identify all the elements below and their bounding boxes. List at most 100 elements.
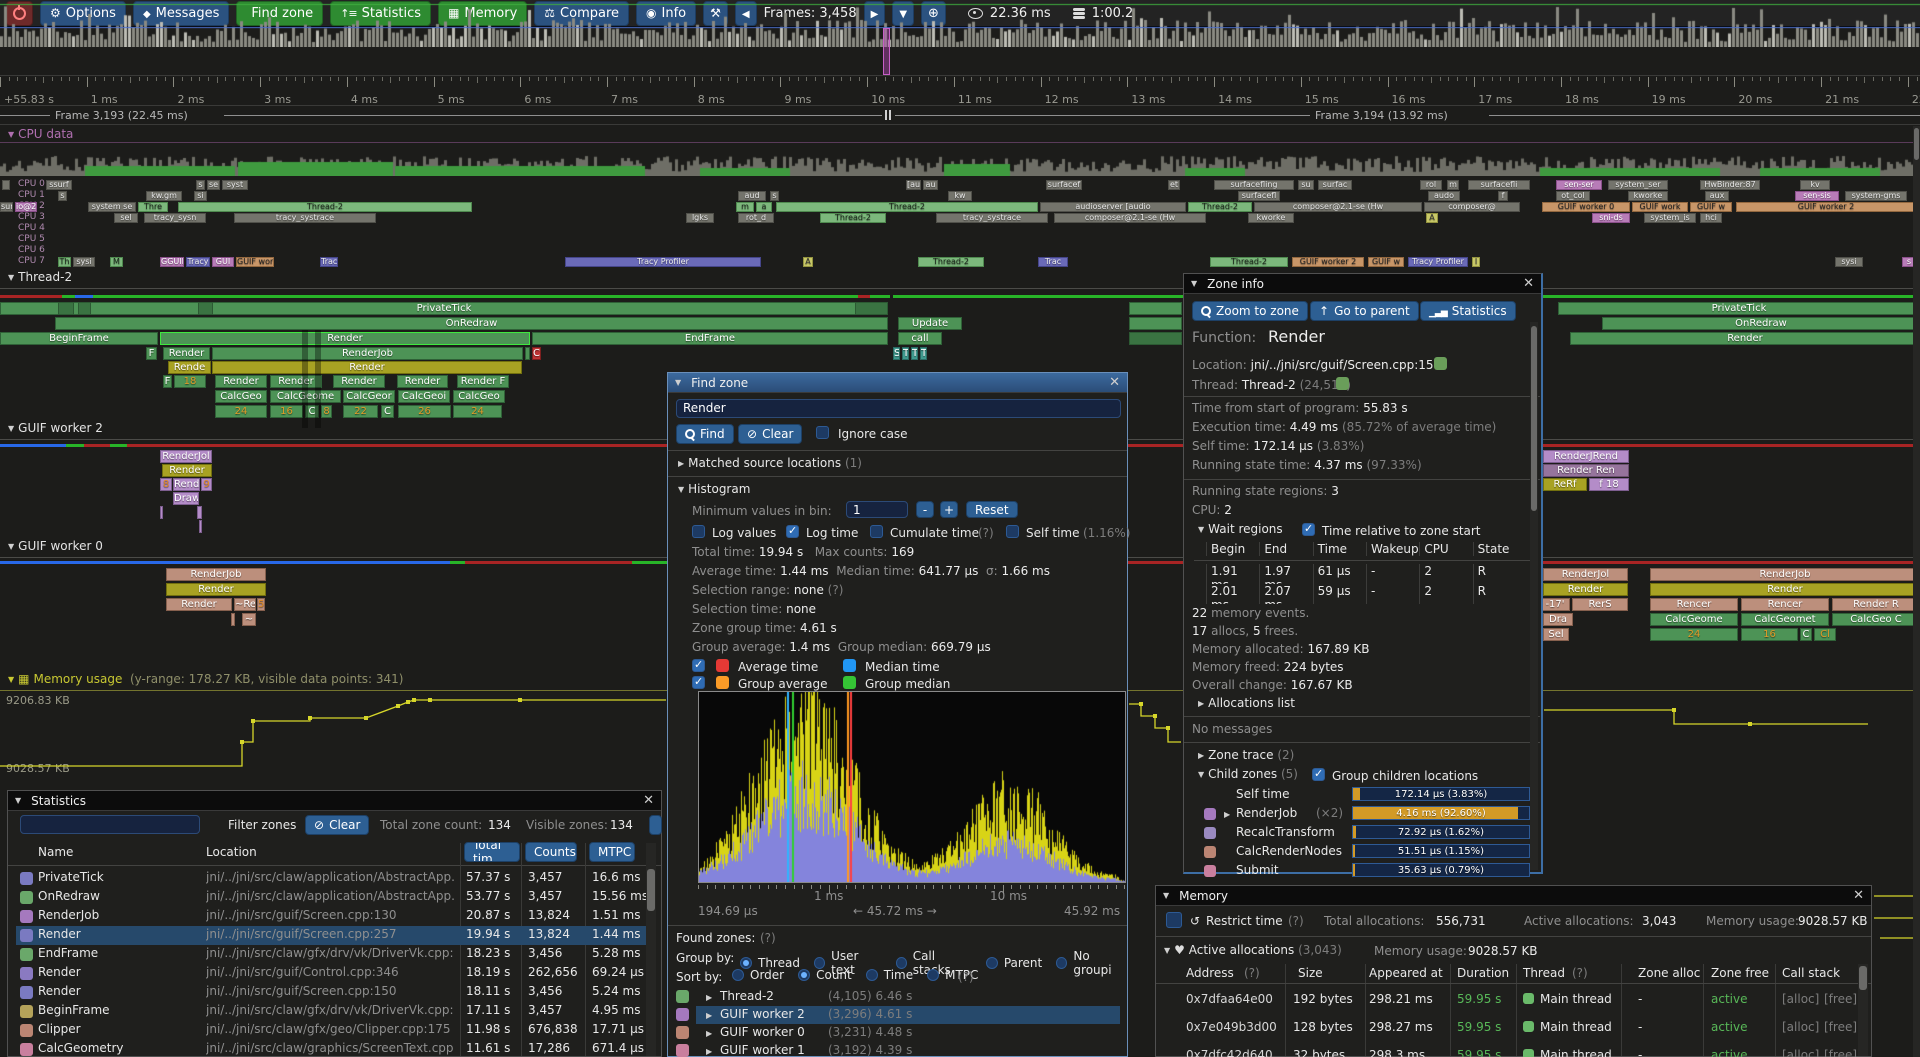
- time-relative-checkbox[interactable]: [1302, 523, 1315, 536]
- timeline-zone[interactable]: audo: [1428, 191, 1460, 201]
- statistics-titlebar[interactable]: ▼Statistics✕: [8, 791, 661, 811]
- allocations-list-disclosure[interactable]: ▶Allocations list: [1198, 696, 1295, 710]
- wait-row[interactable]: 1.91 ms 1.97 ms 61 µs - 2 R: [1206, 564, 1526, 584]
- timeline-zone[interactable]: Render: [163, 347, 210, 360]
- table-row[interactable]: EndFrame jni/../jni/src/claw/gfx/drv/vk/…: [16, 945, 646, 964]
- main-scrollbar[interactable]: [1913, 126, 1920, 1057]
- timeline-zone[interactable]: 24: [1650, 628, 1738, 641]
- timeline-zone[interactable]: au: [923, 180, 938, 190]
- timeline-zone[interactable]: surfacef: [1046, 180, 1082, 190]
- col-name[interactable]: Name: [38, 845, 73, 859]
- table-row[interactable]: CalcGeometry jni/../jni/src/claw/graphic…: [16, 1040, 646, 1057]
- timeline-zone[interactable]: Render R: [1832, 598, 1920, 611]
- timeline-zone[interactable]: syst: [222, 180, 248, 190]
- wait-col[interactable]: End: [1259, 542, 1312, 556]
- timeline-zone[interactable]: Rend: [173, 478, 200, 491]
- timeline-zone[interactable]: CalcGeo: [453, 390, 505, 403]
- col-location[interactable]: Location: [206, 845, 257, 859]
- table-row[interactable]: OnRedraw jni/../jni/src/claw/application…: [16, 888, 646, 907]
- group-children-checkbox[interactable]: [1312, 768, 1325, 781]
- timeline-zone[interactable]: GUIF worker 2: [1736, 202, 1916, 212]
- timeline-zone[interactable]: Thre: [138, 202, 168, 212]
- timeline-zone[interactable]: kworke: [1248, 213, 1294, 223]
- timeline-zone[interactable]: ssurf: [46, 180, 72, 190]
- timeline-zone[interactable]: call: [898, 332, 942, 345]
- timeline-zone[interactable]: aud: [738, 191, 766, 201]
- child-zone-row[interactable]: Self time 172.14 µs (3.83%): [1184, 786, 1540, 805]
- sort-by-radio[interactable]: Order: [732, 968, 784, 982]
- child-zone-row[interactable]: ▶ RenderJob (×2) 4.16 ms (92.60%): [1184, 805, 1540, 824]
- timeline-zone[interactable]: OnRedraw: [1602, 317, 1920, 330]
- sort-by-radio[interactable]: Count: [798, 968, 852, 982]
- timeline-zone[interactable]: [197, 506, 202, 519]
- timeline-zone[interactable]: F: [163, 375, 172, 388]
- timeline-zone[interactable]: sel: [114, 213, 138, 223]
- col-appeared[interactable]: Appeared at: [1369, 966, 1443, 980]
- col-total-time-button[interactable]: Total tim: [464, 842, 520, 862]
- zone-info-titlebar[interactable]: ▼Zone info✕: [1184, 274, 1541, 294]
- timeline-zone[interactable]: [78, 302, 91, 315]
- timeline-zone[interactable]: Thread-2: [820, 213, 886, 223]
- timeline-zone[interactable]: Sel: [1543, 628, 1569, 641]
- wait-col[interactable]: Wakeup: [1366, 542, 1419, 556]
- col-counts-button[interactable]: Counts: [525, 842, 577, 862]
- timeline-zone[interactable]: ~Re: [234, 598, 256, 611]
- col-mtpc-button[interactable]: MTPC: [589, 842, 635, 862]
- help-hint[interactable]: (?): [1572, 966, 1588, 980]
- help-hint[interactable]: (?): [760, 931, 776, 945]
- group-by-radio[interactable]: Parent: [986, 949, 1042, 977]
- expand-icon[interactable]: ▶: [706, 1029, 712, 1038]
- timeline-zone[interactable]: Thread-2: [178, 202, 472, 212]
- timeline-zone[interactable]: Render: [162, 464, 212, 477]
- min-bin-minus-button[interactable]: -: [916, 501, 934, 518]
- close-icon[interactable]: ✕: [1109, 375, 1120, 390]
- timeline-zone[interactable]: Render: [212, 361, 522, 374]
- timeline-zone[interactable]: Trac: [1038, 257, 1068, 267]
- timeline-zone[interactable]: f: [1498, 191, 1508, 201]
- sort-by-radio[interactable]: Time: [866, 968, 913, 982]
- timeline-zone[interactable]: [2, 180, 10, 190]
- timeline-zone[interactable]: 16: [270, 405, 303, 418]
- col-call-stack[interactable]: Call stack: [1782, 966, 1840, 980]
- timeline-zone[interactable]: C: [381, 405, 394, 418]
- timeline-zone[interactable]: PrivateTick: [0, 302, 888, 315]
- timeline-zone[interactable]: CalcGeomet: [1741, 613, 1829, 626]
- timeline-zone[interactable]: CalcGeo C: [1832, 613, 1920, 626]
- timeline-zone[interactable]: GUIF work: [1632, 202, 1688, 212]
- table-row[interactable]: Render jni/../jni/src/guif/Screen.cpp:25…: [16, 926, 646, 945]
- group-avg-line-checkbox[interactable]: [692, 676, 705, 689]
- timeline-zone[interactable]: Render: [1570, 332, 1920, 345]
- timeline-zone[interactable]: Render: [1543, 583, 1628, 596]
- child-zone-row[interactable]: Submit 35.63 µs (0.79%): [1184, 862, 1540, 881]
- timeline-zone[interactable]: Draw: [173, 492, 199, 505]
- scrollbar[interactable]: [1858, 964, 1868, 1056]
- expand-icon[interactable]: ▶: [706, 993, 712, 1002]
- timeline-zone[interactable]: sysi: [1835, 257, 1863, 267]
- timeline-zone[interactable]: 8: [321, 405, 332, 418]
- zoom-to-zone-button[interactable]: Zoom to zone: [1192, 301, 1308, 321]
- go-to-parent-button[interactable]: ↑Go to parent: [1310, 301, 1419, 321]
- timeline-zone[interactable]: BeginFrame: [0, 332, 158, 345]
- timeline-zone[interactable]: Update: [898, 317, 962, 330]
- table-row[interactable]: Clipper jni/../jni/src/claw/gfx/geo/Clip…: [16, 1021, 646, 1040]
- timeline-zone[interactable]: ot_col: [1556, 191, 1590, 201]
- timeline-zone[interactable]: [1129, 332, 1182, 345]
- timeline-zone[interactable]: 5: [257, 598, 265, 611]
- child-zones-disclosure[interactable]: ▼Child zones (5): [1198, 767, 1298, 781]
- statistics-button[interactable]: Statistics: [1420, 301, 1516, 321]
- timeline-zone[interactable]: Tracy I: [320, 257, 338, 267]
- timeline-zone[interactable]: Render: [166, 598, 232, 611]
- matched-source-locations[interactable]: ▶Matched source locations (1): [678, 456, 862, 470]
- timeline-zone[interactable]: su: [1298, 180, 1314, 190]
- timeline-zone[interactable]: kw: [948, 191, 972, 201]
- timeline-zone[interactable]: C: [532, 347, 541, 360]
- timeline-zone[interactable]: lgks: [686, 213, 714, 223]
- expand-icon[interactable]: ▶: [1224, 810, 1230, 819]
- find-button[interactable]: Find: [676, 424, 734, 444]
- timeline-zone[interactable]: Render: [1650, 583, 1920, 596]
- timeline-zone[interactable]: m: [1447, 180, 1459, 190]
- zone-group-row[interactable]: ▶ GUIF worker 0 (3,231) 4.48 s: [668, 1024, 1127, 1042]
- wait-col[interactable]: Begin: [1206, 542, 1259, 556]
- timeline-zone[interactable]: composer@2.1-se (Hw: [1054, 213, 1206, 223]
- timeline-zone[interactable]: GUIF w: [1368, 257, 1404, 267]
